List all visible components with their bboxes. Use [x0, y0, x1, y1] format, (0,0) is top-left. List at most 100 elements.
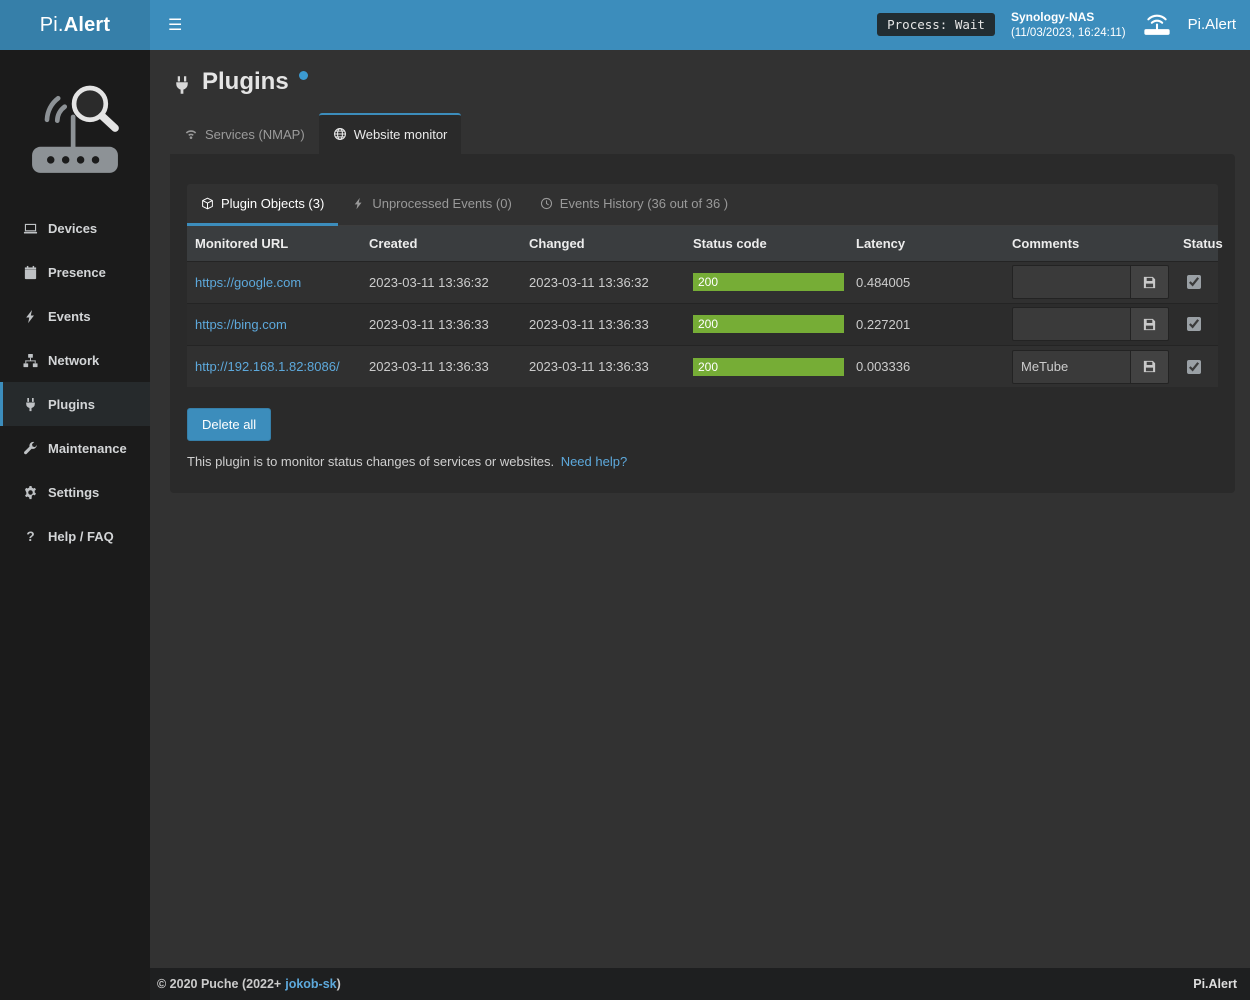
- sidebar-nav: Devices Presence Events Network Plugins …: [0, 206, 150, 558]
- comment-group: [1012, 350, 1169, 384]
- title-help-icon[interactable]: [299, 71, 308, 80]
- copyright-suffix: ): [337, 977, 341, 991]
- tab-plugin-objects[interactable]: Plugin Objects (3): [187, 184, 338, 226]
- changed-cell: 2023-03-11 13:36:33: [521, 303, 685, 345]
- status-code-bar: 200: [693, 273, 844, 291]
- table-row: https://google.com 2023-03-11 13:36:32 2…: [187, 261, 1218, 303]
- laptop-icon: [23, 221, 38, 236]
- col-latency: Latency: [848, 226, 1004, 262]
- status-code-bar: 200: [693, 358, 844, 376]
- bolt-icon: [352, 197, 365, 210]
- save-comment-button[interactable]: [1131, 307, 1169, 341]
- sidebar-toggle-icon[interactable]: ☰: [158, 9, 192, 41]
- topbar-right: Process: Wait Synology-NAS (11/03/2023, …: [877, 9, 1236, 42]
- changed-cell: 2023-03-11 13:36:33: [521, 345, 685, 387]
- sidebar-item-label: Devices: [48, 221, 97, 236]
- sidebar-item-label: Plugins: [48, 397, 95, 412]
- tab-label: Events History (36 out of 36 ): [560, 196, 728, 211]
- host-info: Synology-NAS (11/03/2023, 16:24:11): [1011, 9, 1126, 42]
- comment-input[interactable]: [1012, 307, 1131, 341]
- page-title-text: Plugins: [202, 68, 289, 97]
- floppy-icon: [1142, 317, 1157, 332]
- sidebar-item-label: Events: [48, 309, 91, 324]
- comment-input[interactable]: [1012, 265, 1131, 299]
- sidebar-item-plugins[interactable]: Plugins: [0, 382, 150, 426]
- jokob-sk-link[interactable]: jokob-sk: [285, 977, 336, 991]
- question-icon: [23, 529, 38, 544]
- panel-tabs: Plugin Objects (3) Unprocessed Events (0…: [187, 184, 1218, 226]
- sidebar-item-maintenance[interactable]: Maintenance: [0, 426, 150, 470]
- monitored-url-link[interactable]: https://google.com: [195, 275, 301, 290]
- col-status-code: Status code: [685, 226, 848, 262]
- router-icon: [1142, 13, 1172, 36]
- plug-icon: [23, 397, 38, 412]
- floppy-icon: [1142, 359, 1157, 374]
- wrench-icon: [23, 441, 38, 456]
- pialert-logo-icon: [0, 50, 150, 206]
- sidebar-item-network[interactable]: Network: [0, 338, 150, 382]
- process-status-badge: Process: Wait: [877, 13, 995, 36]
- need-help-link[interactable]: Need help?: [561, 454, 628, 469]
- tab-events-history[interactable]: Events History (36 out of 36 ): [526, 184, 742, 226]
- plug-icon: [172, 75, 192, 95]
- sidebar-item-label: Help / FAQ: [48, 529, 114, 544]
- website-monitor-panel: Plugin Objects (3) Unprocessed Events (0…: [170, 154, 1235, 494]
- sidebar-item-settings[interactable]: Settings: [0, 470, 150, 514]
- cube-icon: [201, 197, 214, 210]
- tab-website-monitor[interactable]: Website monitor: [319, 113, 462, 154]
- col-status: Status: [1170, 226, 1218, 262]
- clock-icon: [540, 197, 553, 210]
- col-monitored-url: Monitored URL: [187, 226, 361, 262]
- comment-input[interactable]: [1012, 350, 1131, 384]
- plugin-description: This plugin is to monitor status changes…: [187, 454, 1218, 469]
- table-row: http://192.168.1.82:8086/ 2023-03-11 13:…: [187, 345, 1218, 387]
- copyright-text: © 2020 Puche (2022+: [157, 977, 281, 991]
- status-code-bar: 200: [693, 315, 844, 333]
- comment-group: [1012, 307, 1169, 341]
- globe-icon: [333, 127, 347, 141]
- sidebar-item-devices[interactable]: Devices: [0, 206, 150, 250]
- save-comment-button[interactable]: [1131, 265, 1169, 299]
- sidebar: Devices Presence Events Network Plugins …: [0, 50, 150, 1000]
- save-comment-button[interactable]: [1131, 350, 1169, 384]
- page-title: Plugins: [172, 68, 1235, 97]
- changed-cell: 2023-03-11 13:36:32: [521, 261, 685, 303]
- created-cell: 2023-03-11 13:36:32: [361, 261, 521, 303]
- sidebar-item-help-faq[interactable]: Help / FAQ: [0, 514, 150, 558]
- bolt-icon: [23, 309, 38, 324]
- calendar-icon: [23, 265, 38, 280]
- sidebar-item-label: Network: [48, 353, 99, 368]
- tab-label: Website monitor: [354, 127, 448, 142]
- sitemap-icon: [23, 353, 38, 368]
- sidebar-item-label: Settings: [48, 485, 99, 500]
- created-cell: 2023-03-11 13:36:33: [361, 303, 521, 345]
- latency-cell: 0.484005: [848, 261, 1004, 303]
- tab-label: Unprocessed Events (0): [372, 196, 511, 211]
- tab-unprocessed-events[interactable]: Unprocessed Events (0): [338, 184, 525, 226]
- host-name: Synology-NAS: [1011, 9, 1126, 26]
- main-content: Plugins Services (NMAP) Website monitor …: [150, 50, 1250, 968]
- tab-label: Services (NMAP): [205, 127, 305, 142]
- table-row: https://bing.com 2023-03-11 13:36:33 202…: [187, 303, 1218, 345]
- topbar: Pi.Alert ☰ Process: Wait Synology-NAS (1…: [0, 0, 1250, 50]
- plugin-description-text: This plugin is to monitor status changes…: [187, 454, 554, 469]
- gear-icon: [23, 485, 38, 500]
- topbar-main: ☰ Process: Wait Synology-NAS (11/03/2023…: [150, 0, 1250, 50]
- monitored-url-link[interactable]: https://bing.com: [195, 317, 287, 332]
- footer-app-name: Pi.Alert: [1193, 977, 1237, 991]
- tab-services-nmap[interactable]: Services (NMAP): [170, 113, 319, 154]
- col-created: Created: [361, 226, 521, 262]
- delete-all-button[interactable]: Delete all: [187, 408, 271, 441]
- sidebar-item-presence[interactable]: Presence: [0, 250, 150, 294]
- sidebar-item-events[interactable]: Events: [0, 294, 150, 338]
- status-checkbox[interactable]: [1187, 317, 1201, 331]
- monitored-url-link[interactable]: http://192.168.1.82:8086/: [195, 359, 340, 374]
- col-comments: Comments: [1004, 226, 1170, 262]
- sidebar-item-label: Maintenance: [48, 441, 127, 456]
- app-logo-bold: Alert: [64, 14, 111, 37]
- status-checkbox[interactable]: [1187, 360, 1201, 374]
- app-logo[interactable]: Pi.Alert: [0, 0, 150, 50]
- host-timestamp: (11/03/2023, 16:24:11): [1011, 25, 1126, 41]
- status-checkbox[interactable]: [1187, 275, 1201, 289]
- comment-group: [1012, 265, 1169, 299]
